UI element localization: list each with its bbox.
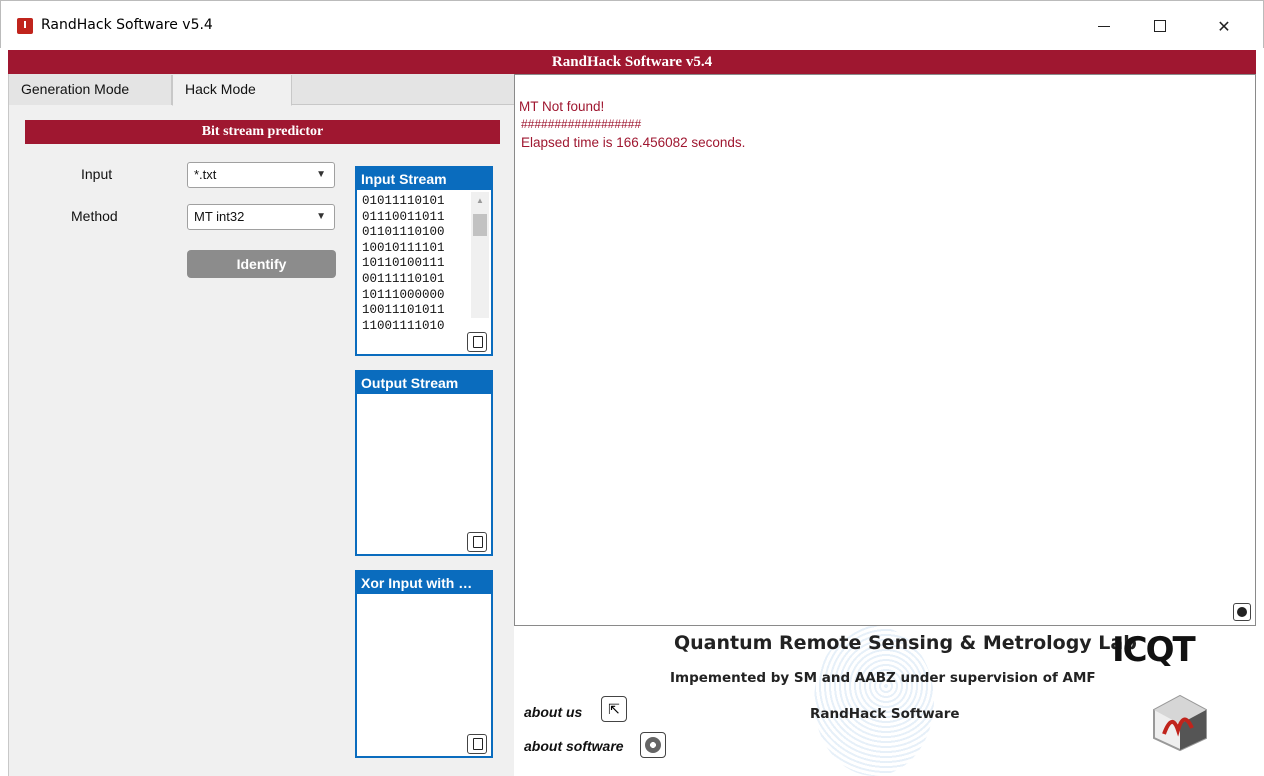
- about-software-button[interactable]: [640, 732, 666, 758]
- xor-input-title: Xor Input with …: [357, 572, 491, 594]
- output-stream-body[interactable]: [357, 394, 491, 554]
- close-button[interactable]: ✕: [1201, 11, 1247, 41]
- bit-line: 10110100111: [362, 256, 445, 271]
- input-dropdown-value: *.txt: [194, 167, 217, 182]
- input-stream-title: Input Stream: [357, 168, 491, 190]
- minimize-icon: [1098, 25, 1110, 27]
- maximize-icon: [1154, 20, 1166, 32]
- save-txt-output-button[interactable]: [467, 532, 487, 552]
- minimize-button[interactable]: [1081, 11, 1127, 41]
- output-stream-panel: Output Stream: [355, 370, 493, 556]
- scrollbar-thumb[interactable]: [473, 214, 487, 236]
- left-panel: Generation Mode Hack Mode Bit stream pre…: [8, 74, 515, 776]
- clear-log-button[interactable]: [1233, 603, 1251, 621]
- bit-line: 10011101011: [362, 303, 445, 318]
- lab-m-logo: [1153, 694, 1207, 752]
- lab-name: Quantum Remote Sensing & Metrology Lab: [674, 632, 1137, 654]
- window-titlebar: RandHack Software v5.4 ✕: [0, 0, 1264, 48]
- log-output-panel[interactable]: MT Not found! ################## Elapsed…: [514, 74, 1256, 626]
- log-line: ##################: [521, 117, 642, 131]
- about-us-button[interactable]: ⇱: [601, 696, 627, 722]
- chevron-down-icon: ▼: [316, 169, 326, 180]
- bit-line: 10111000000: [362, 287, 445, 302]
- log-line: MT Not found!: [519, 99, 605, 114]
- identify-button[interactable]: Identify: [187, 250, 336, 278]
- close-icon: ✕: [1217, 16, 1231, 36]
- about-software-label: about software: [524, 738, 624, 754]
- input-label: Input: [81, 166, 113, 182]
- input-stream-bits: 01011110101 01110011011 01101110100 1001…: [362, 194, 445, 334]
- save-txt-input-button[interactable]: [467, 332, 487, 352]
- method-dropdown-value: MT int32: [194, 209, 245, 224]
- pointer-icon: ⇱: [608, 701, 620, 717]
- method-label: Method: [71, 208, 118, 224]
- bit-line: 01011110101: [362, 194, 445, 208]
- save-txt-xor-button[interactable]: [467, 734, 487, 754]
- implementation-credit: Impemented by SM and AABZ under supervis…: [670, 670, 1096, 686]
- tab-hack-mode[interactable]: Hack Mode: [172, 75, 292, 106]
- tab-strip: Generation Mode Hack Mode: [9, 74, 515, 106]
- log-line: Elapsed time is 166.456082 seconds.: [521, 135, 746, 150]
- app-icon: [17, 18, 33, 34]
- section-title-bit-stream-predictor: Bit stream predictor: [25, 120, 500, 144]
- bit-line: 00111110101: [362, 271, 445, 286]
- tab-generation-mode[interactable]: Generation Mode: [9, 75, 172, 105]
- chevron-down-icon: ▼: [316, 211, 326, 222]
- bit-line: 10010111101: [362, 240, 445, 255]
- xor-input-body[interactable]: [357, 594, 491, 756]
- input-stream-body[interactable]: 01011110101 01110011011 01101110100 1001…: [357, 190, 491, 354]
- bit-line: 01110011011: [362, 209, 445, 224]
- about-us-label: about us: [524, 704, 583, 720]
- input-dropdown[interactable]: *.txt ▼: [187, 162, 335, 188]
- maximize-button[interactable]: [1137, 11, 1183, 41]
- input-stream-panel: Input Stream 01011110101 01110011011 011…: [355, 166, 493, 356]
- bit-line: 11001111010: [362, 318, 445, 333]
- bit-line: 01101110100: [362, 225, 445, 240]
- footer-credits: Quantum Remote Sensing & Metrology Lab I…: [514, 626, 1256, 776]
- output-stream-title: Output Stream: [357, 372, 491, 394]
- xor-input-panel: Xor Input with …: [355, 570, 493, 758]
- window-title: RandHack Software v5.4: [41, 17, 213, 33]
- input-stream-scrollbar[interactable]: ▲: [471, 192, 489, 318]
- app-banner: RandHack Software v5.4: [8, 50, 1256, 74]
- scroll-up-icon[interactable]: ▲: [476, 196, 484, 205]
- software-name: RandHack Software: [810, 706, 960, 722]
- method-dropdown[interactable]: MT int32 ▼: [187, 204, 335, 230]
- icqt-logo: ICQT: [1112, 630, 1196, 670]
